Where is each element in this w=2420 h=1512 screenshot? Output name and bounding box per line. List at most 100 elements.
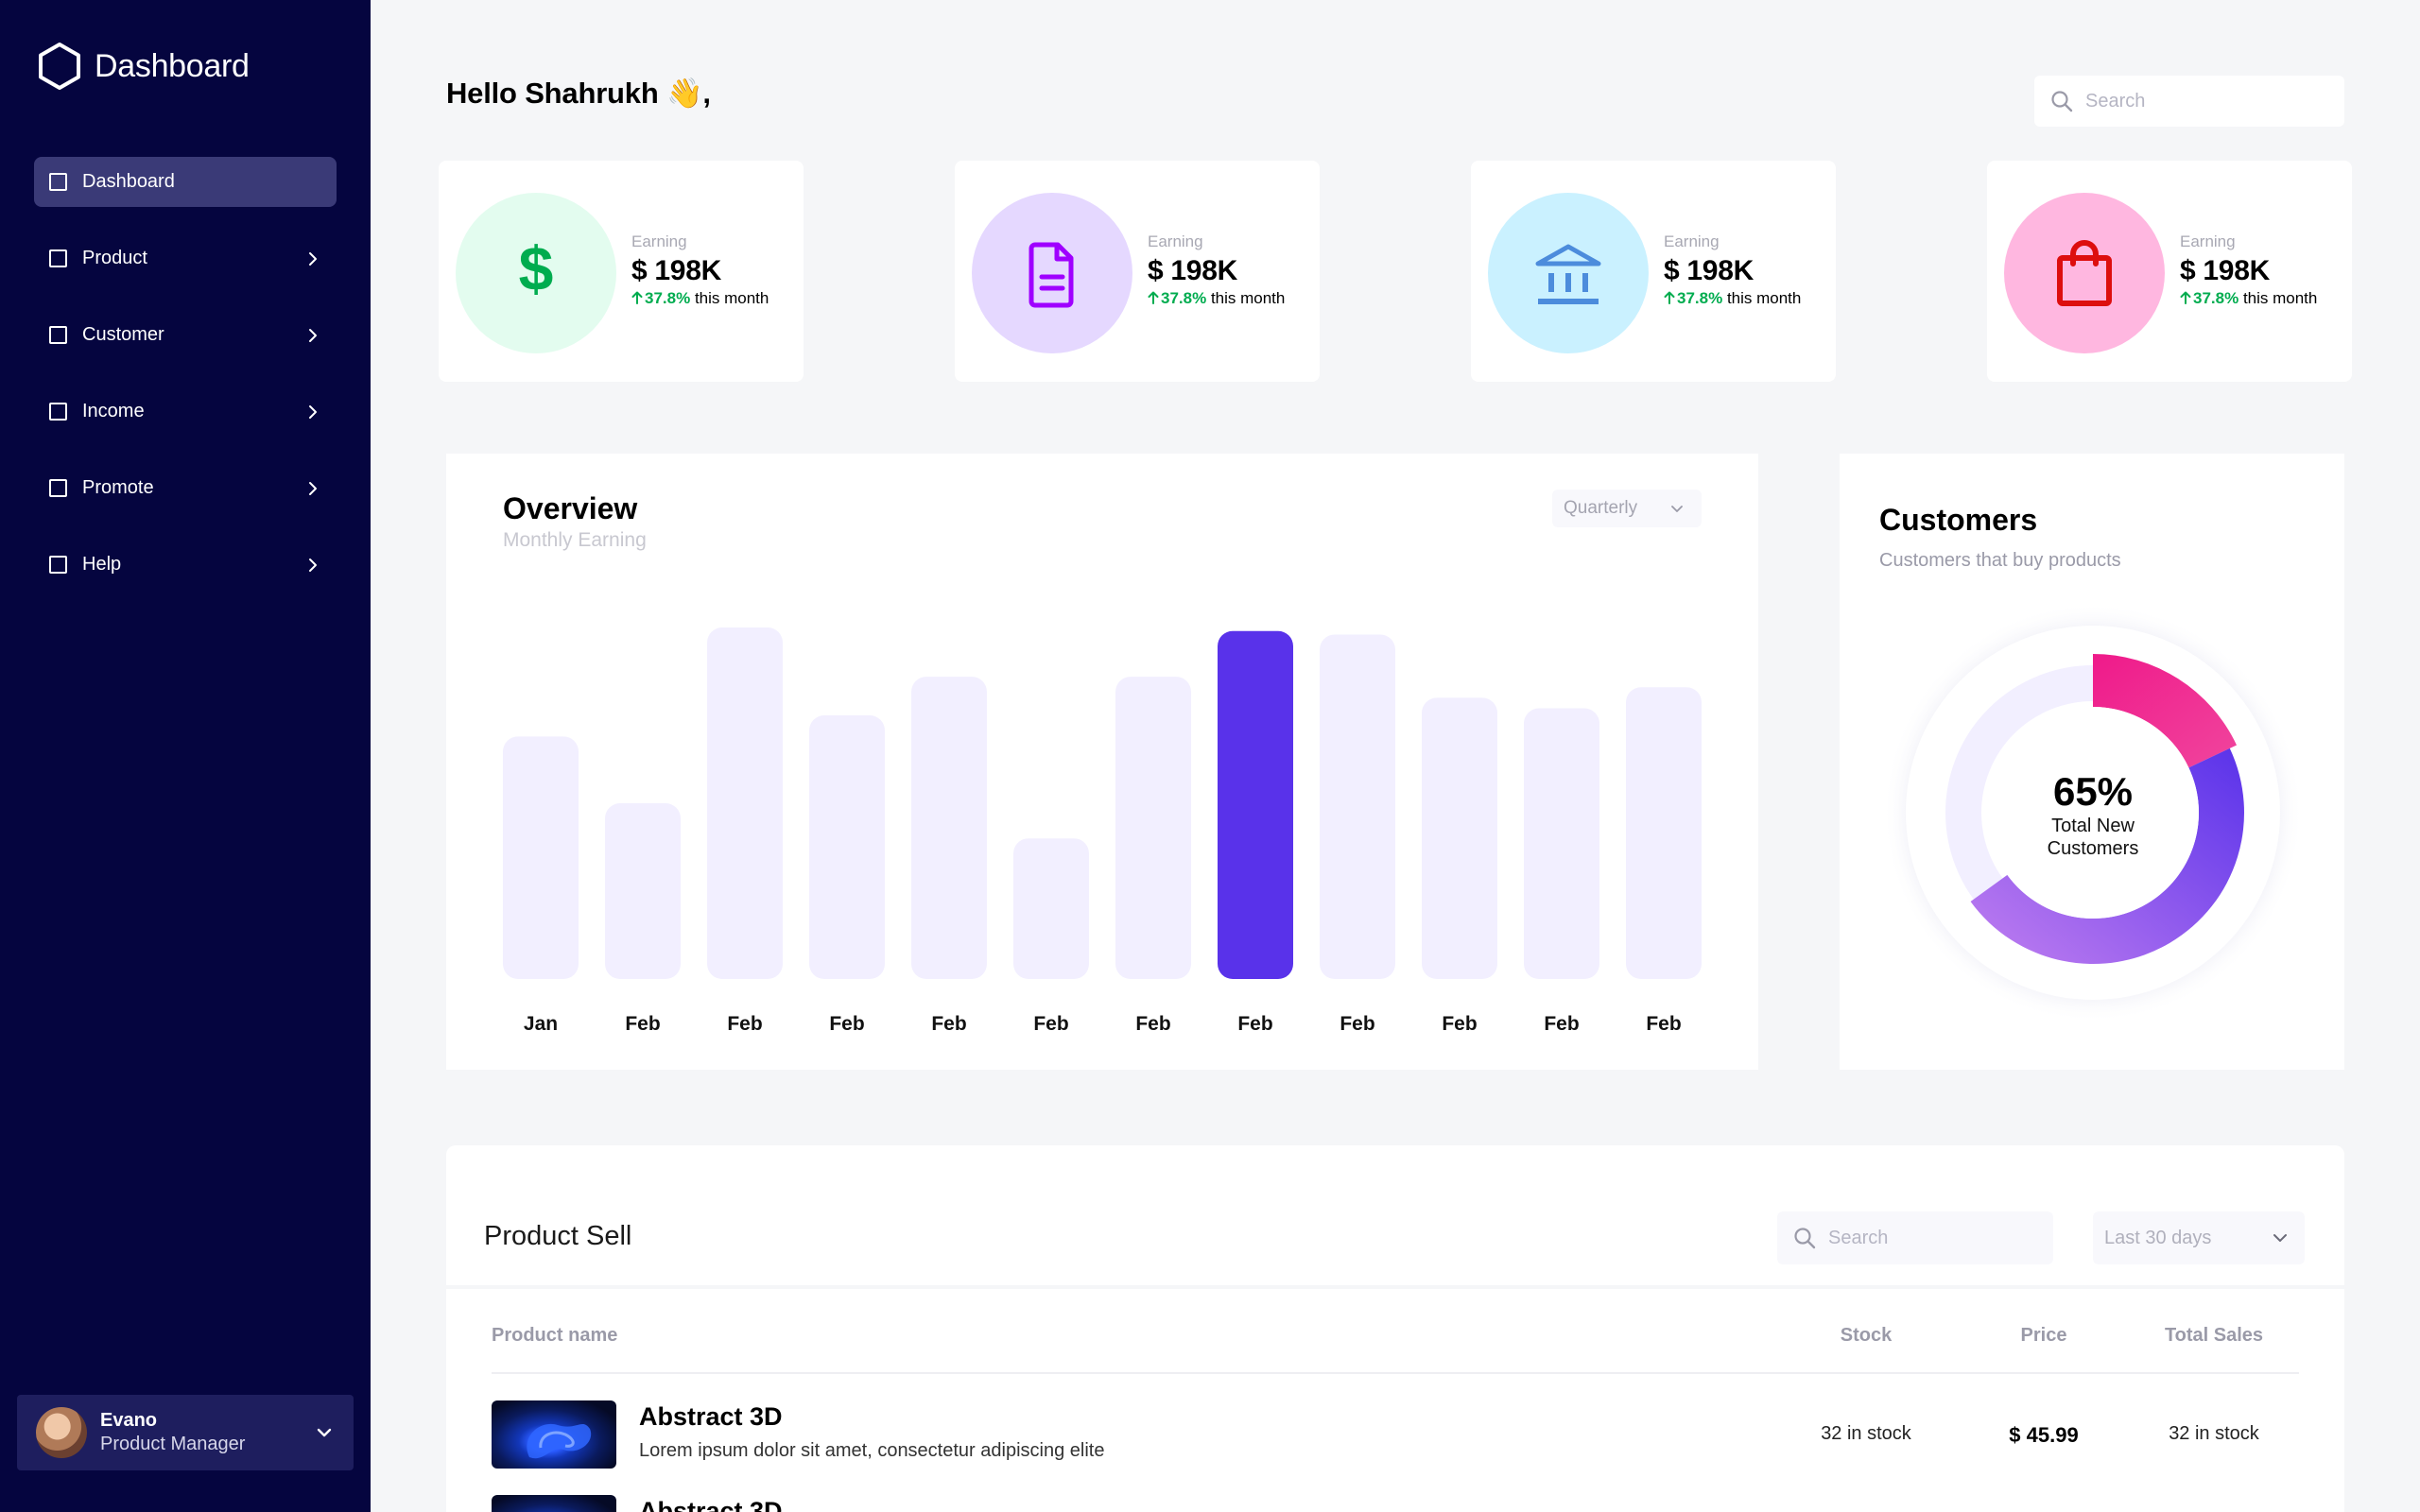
product-thumbnail bbox=[492, 1495, 616, 1512]
chevron-right-icon bbox=[309, 328, 317, 342]
chevron-down-icon bbox=[2273, 1234, 2287, 1242]
date-range-value: Last 30 days bbox=[2104, 1227, 2212, 1248]
stat-change: 37.8% this month bbox=[2180, 289, 2317, 308]
bar-3[interactable] bbox=[809, 715, 885, 979]
stat-card: $ Earning $ 198K 37.8% this month bbox=[439, 161, 804, 382]
column-header-product-name[interactable]: Product name bbox=[492, 1325, 617, 1347]
x-tick-label: Feb bbox=[931, 1013, 966, 1035]
arrow-up-icon bbox=[1148, 291, 1159, 304]
stat-change-suffix: this month bbox=[1210, 289, 1286, 307]
x-tick-label: Feb bbox=[1544, 1013, 1579, 1035]
sidebar-item-label: Customer bbox=[82, 324, 164, 345]
bar-5[interactable] bbox=[1013, 838, 1089, 979]
customers-card: Customers Customers that buy products 65… bbox=[1840, 454, 2344, 1070]
sidebar-item-label: Promote bbox=[82, 477, 154, 498]
sidebar-item-customer[interactable]: Customer bbox=[34, 310, 337, 360]
bar-4[interactable] bbox=[911, 677, 987, 979]
arrow-up-icon bbox=[1664, 291, 1675, 304]
bank-icon bbox=[1535, 244, 1601, 304]
top-search-box[interactable] bbox=[2034, 76, 2344, 127]
stat-card: Earning $ 198K 37.8% this month bbox=[1471, 161, 1836, 382]
stat-change-percent: 37.8% bbox=[1161, 289, 1207, 307]
bar-0[interactable] bbox=[503, 736, 579, 979]
hexagon-logo-icon bbox=[39, 43, 80, 90]
bar-11[interactable] bbox=[1626, 687, 1702, 979]
stat-change: 37.8% this month bbox=[631, 289, 769, 308]
stat-change-suffix: this month bbox=[2242, 289, 2318, 307]
brand-title: Dashboard bbox=[95, 47, 250, 84]
bar-7[interactable] bbox=[1218, 630, 1293, 979]
sidebar-nav: Dashboard Product Customer Income Promote Hel… bbox=[34, 157, 337, 616]
product-name: Abstract 3D bbox=[639, 1402, 783, 1431]
profile-card[interactable]: Evano Product Manager bbox=[17, 1395, 354, 1470]
product-thumbnail bbox=[492, 1400, 616, 1469]
square-icon bbox=[49, 403, 67, 421]
x-tick-label: Feb bbox=[1237, 1013, 1272, 1035]
sidebar-item-label: Dashboard bbox=[82, 171, 175, 192]
profile-name: Evano bbox=[100, 1410, 158, 1431]
sidebar-item-help[interactable]: Help bbox=[34, 540, 337, 590]
chevron-right-icon bbox=[309, 481, 317, 495]
x-tick-label: Feb bbox=[1646, 1013, 1681, 1035]
dollar-icon: $ bbox=[519, 235, 554, 303]
date-range-select[interactable]: Last 30 days bbox=[2093, 1211, 2305, 1264]
x-tick-label: Jan bbox=[524, 1013, 558, 1035]
product-search-input[interactable] bbox=[1828, 1227, 2046, 1249]
top-search-input[interactable] bbox=[2085, 90, 2303, 112]
sidebar-item-label: Product bbox=[82, 248, 147, 268]
stat-icon-circle: $ bbox=[456, 193, 616, 353]
stat-change-percent: 37.8% bbox=[1677, 289, 1723, 307]
stat-value: $ 198K bbox=[1664, 255, 1754, 286]
shopping-bag-icon bbox=[2057, 240, 2112, 306]
sidebar-item-label: Income bbox=[82, 401, 145, 421]
stat-card: Earning $ 198K 37.8% this month bbox=[955, 161, 1320, 382]
column-header-price[interactable]: Price bbox=[1996, 1325, 2091, 1347]
overview-card: Overview Monthly Earning Quarterly Jan Fe… bbox=[446, 454, 1758, 1070]
donut-label-line1: Total New bbox=[2051, 816, 2135, 836]
bar-6[interactable] bbox=[1115, 677, 1191, 979]
sidebar-item-income[interactable]: Income bbox=[34, 387, 337, 437]
square-icon bbox=[49, 249, 67, 267]
chevron-right-icon bbox=[309, 404, 317, 419]
bar-9[interactable] bbox=[1422, 697, 1497, 979]
product-sell-title: Product Sell bbox=[484, 1221, 632, 1251]
search-icon bbox=[1794, 1228, 1816, 1249]
customers-donut-chart: 65% Total New Customers bbox=[1883, 603, 2303, 1022]
bar-8[interactable] bbox=[1320, 634, 1395, 979]
product-total-sales: 32 in stock bbox=[2169, 1423, 2259, 1444]
bar-2[interactable] bbox=[707, 627, 783, 979]
stat-change-suffix: this month bbox=[1726, 289, 1802, 307]
sidebar: Dashboard Dashboard Product Customer Income… bbox=[0, 0, 371, 1512]
product-table: Product name Stock Price Total Sales Abs… bbox=[446, 1289, 2344, 1512]
chevron-down-icon[interactable] bbox=[314, 1422, 335, 1443]
product-price: $ 45.99 bbox=[2009, 1423, 2079, 1447]
sidebar-item-promote[interactable]: Promote bbox=[34, 463, 337, 513]
square-icon bbox=[49, 556, 67, 574]
sidebar-item-dashboard[interactable]: Dashboard bbox=[34, 157, 337, 207]
column-header-stock[interactable]: Stock bbox=[1819, 1325, 1913, 1347]
bar-10[interactable] bbox=[1524, 708, 1599, 979]
product-name: Abstract 3D bbox=[639, 1497, 783, 1512]
x-tick-label: Feb bbox=[1135, 1013, 1170, 1035]
x-tick-label: Feb bbox=[727, 1013, 762, 1035]
arrow-up-icon bbox=[2180, 291, 2191, 304]
x-tick-label: Feb bbox=[1033, 1013, 1068, 1035]
column-header-total-sales[interactable]: Total Sales bbox=[2157, 1325, 2271, 1347]
square-icon bbox=[49, 173, 67, 191]
x-tick-label: Feb bbox=[1442, 1013, 1477, 1035]
stat-label: Earning bbox=[1148, 232, 1203, 250]
arrow-up-icon bbox=[631, 291, 643, 304]
sidebar-item-product[interactable]: Product bbox=[34, 233, 337, 284]
donut-label-line2: Customers bbox=[2048, 838, 2139, 859]
overview-bar-chart: Jan Feb Feb Feb Feb Feb Feb Feb Feb Feb Feb Feb bbox=[503, 627, 1702, 1035]
product-stock: 32 in stock bbox=[1821, 1423, 1911, 1444]
product-description: Lorem ipsum dolor sit amet, consectetur … bbox=[639, 1440, 1105, 1461]
bar-1[interactable] bbox=[605, 803, 681, 979]
brand[interactable]: Dashboard bbox=[38, 42, 250, 91]
chevron-right-icon bbox=[309, 251, 317, 266]
product-search-box[interactable] bbox=[1777, 1211, 2053, 1264]
document-icon bbox=[1028, 242, 1074, 308]
stat-icon-circle bbox=[972, 193, 1132, 353]
stat-change-percent: 37.8% bbox=[2193, 289, 2239, 307]
x-tick-label: Feb bbox=[1340, 1013, 1374, 1035]
